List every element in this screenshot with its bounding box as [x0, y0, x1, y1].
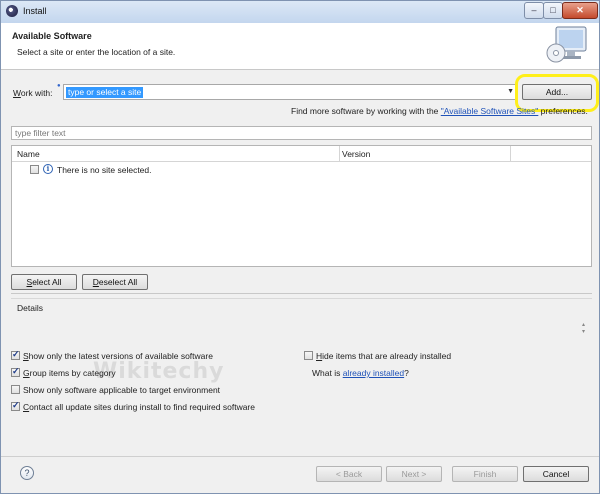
monitor-cd-icon: [546, 26, 587, 63]
title-bar: Install – □ ✕: [1, 1, 599, 23]
filter-input[interactable]: type filter text: [11, 126, 592, 140]
latest-versions-checkbox[interactable]: [11, 349, 20, 360]
details-area: [11, 298, 592, 341]
wizard-header: Available Software Select a site or ente…: [1, 23, 599, 70]
software-table[interactable]: Name Version i There is no site selected…: [11, 145, 592, 267]
back-button[interactable]: < Back: [316, 466, 382, 482]
deselect-all-button[interactable]: Deselect All: [82, 274, 148, 290]
work-with-label: Work with:: [13, 88, 53, 98]
minimize-button[interactable]: –: [524, 2, 544, 19]
window-title: Install: [23, 6, 47, 16]
content-assist-icon: ●: [57, 83, 61, 89]
column-version[interactable]: Version: [342, 149, 370, 159]
group-by-category-label: Group items by category: [23, 368, 116, 378]
hide-installed-label: Hide items that are already installed: [316, 351, 452, 361]
table-header: Name Version: [12, 146, 591, 162]
column-divider: [339, 146, 340, 161]
info-icon: i: [43, 164, 53, 174]
what-is-installed-text: What is already installed?: [312, 368, 409, 378]
help-icon[interactable]: ?: [20, 466, 34, 480]
column-name[interactable]: Name: [17, 149, 40, 159]
close-button[interactable]: ✕: [562, 2, 598, 19]
details-scroll-arrows[interactable]: ▴ ▾: [582, 321, 585, 335]
page-title: Available Software: [12, 31, 92, 41]
work-with-combo[interactable]: type or select a site ▼: [63, 84, 518, 100]
dropdown-arrow-icon[interactable]: ▼: [507, 88, 514, 95]
column-divider: [510, 146, 511, 161]
latest-versions-label: Show only the latest versions of availab…: [23, 351, 213, 361]
cancel-button[interactable]: Cancel: [523, 466, 589, 482]
next-button[interactable]: Next >: [386, 466, 442, 482]
applicable-only-checkbox[interactable]: [11, 385, 20, 394]
available-software-sites-link[interactable]: "Available Software Sites": [441, 106, 539, 116]
already-installed-link[interactable]: already installed: [343, 368, 404, 378]
group-by-category-checkbox[interactable]: [11, 366, 20, 377]
filter-placeholder: type filter text: [15, 128, 66, 138]
contact-sites-label: Contact all update sites during install …: [23, 402, 255, 412]
separator: [11, 293, 592, 294]
row-checkbox[interactable]: [30, 165, 39, 174]
contact-sites-checkbox[interactable]: [11, 400, 20, 411]
finish-button[interactable]: Finish: [452, 466, 518, 482]
applicable-only-label: Show only software applicable to target …: [23, 385, 221, 395]
select-all-button[interactable]: Select All: [11, 274, 77, 290]
empty-message: There is no site selected.: [57, 165, 152, 175]
hide-installed-checkbox[interactable]: [304, 351, 313, 360]
find-more-text: Find more software by working with the "…: [291, 106, 588, 116]
work-with-value[interactable]: type or select a site: [66, 87, 144, 98]
page-subtitle: Select a site or enter the location of a…: [17, 47, 176, 57]
install-dialog: Install – □ ✕ Available Software Select …: [0, 0, 600, 494]
maximize-button[interactable]: □: [543, 2, 563, 19]
eclipse-icon: [6, 5, 18, 17]
